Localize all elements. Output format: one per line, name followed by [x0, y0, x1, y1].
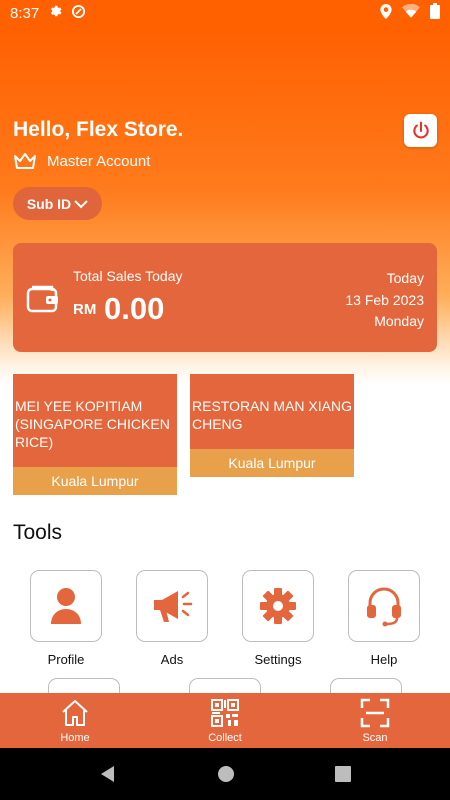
- store-name: MEI YEE KOPITIAM (SINGAPORE CHICKEN RICE…: [15, 398, 170, 450]
- bottom-navigation: Home Collect Scan: [0, 693, 450, 748]
- home-icon: [62, 700, 88, 726]
- tool-label: Profile: [47, 652, 85, 667]
- tool-profile[interactable]: Profile: [29, 570, 103, 667]
- headset-icon: [367, 587, 401, 627]
- tool-settings-button[interactable]: [242, 570, 314, 642]
- power-icon: [412, 121, 429, 138]
- location-icon: [380, 3, 392, 23]
- megaphone-icon: [154, 591, 193, 622]
- tool-help-button[interactable]: [348, 570, 420, 642]
- date-text: 13 Feb 2023: [345, 291, 424, 308]
- nav-scan-label: Scan: [362, 732, 388, 744]
- sales-amount: 0.00: [104, 291, 165, 326]
- crown-icon: [14, 153, 36, 169]
- store-card[interactable]: RESTORAN MAN XIANG CHENG Kuala Lumpur: [190, 374, 354, 477]
- total-sales-card: Total Sales Today RM 0.00 Today 13 Feb 2…: [13, 243, 437, 352]
- nav-collect[interactable]: Collect: [150, 693, 300, 748]
- today-label: Today: [386, 270, 424, 286]
- currency-label: RM: [73, 301, 97, 318]
- home-circle-icon[interactable]: [217, 765, 235, 783]
- back-icon[interactable]: [99, 765, 117, 783]
- date-block: Today 13 Feb 2023 Monday: [345, 268, 424, 333]
- total-sales-label: Total Sales Today: [73, 268, 183, 284]
- store-card[interactable]: MEI YEE KOPITIAM (SINGAPORE CHICKEN RICE…: [13, 374, 177, 495]
- weekday-text: Monday: [374, 313, 424, 329]
- tool-help[interactable]: Help: [347, 570, 421, 667]
- tool-label: Settings: [254, 652, 302, 667]
- account-type: Master Account: [13, 152, 150, 170]
- battery-icon: [430, 3, 440, 23]
- store-location: Kuala Lumpur: [13, 467, 177, 495]
- gear-icon: [260, 588, 296, 624]
- greeting-text: Hello, Flex Store.: [13, 118, 184, 141]
- tool-profile-button[interactable]: [30, 570, 102, 642]
- status-bar: 8:37: [0, 0, 450, 26]
- system-navigation-bar: [0, 748, 450, 800]
- nav-scan[interactable]: Scan: [300, 693, 450, 748]
- sub-id-dropdown[interactable]: Sub ID: [13, 187, 102, 220]
- sync-status-icon: [71, 4, 86, 23]
- tool-ads-button[interactable]: [136, 570, 208, 642]
- nav-collect-label: Collect: [208, 732, 242, 744]
- logout-button[interactable]: [404, 114, 437, 147]
- gear-status-icon: [49, 4, 63, 22]
- nav-home-label: Home: [60, 732, 90, 744]
- scan-icon: [360, 698, 390, 728]
- sub-id-label: Sub ID: [26, 195, 72, 212]
- recents-icon[interactable]: [335, 766, 351, 782]
- store-location: Kuala Lumpur: [190, 449, 354, 477]
- tool-label: Help: [370, 652, 398, 667]
- status-time: 8:37: [10, 4, 40, 22]
- nav-home[interactable]: Home: [0, 693, 150, 748]
- tool-settings[interactable]: Settings: [241, 570, 315, 667]
- tools-title: Tools: [13, 521, 63, 544]
- wallet-icon: [26, 285, 58, 313]
- store-name: RESTORAN MAN XIANG CHENG: [192, 398, 352, 432]
- wifi-icon: [402, 3, 420, 22]
- tool-label: Ads: [160, 652, 184, 667]
- chevron-down-icon: [74, 199, 88, 208]
- qr-code-icon: [211, 699, 239, 727]
- tool-ads[interactable]: Ads: [135, 570, 209, 667]
- user-icon: [51, 588, 81, 624]
- account-type-label: Master Account: [47, 152, 151, 170]
